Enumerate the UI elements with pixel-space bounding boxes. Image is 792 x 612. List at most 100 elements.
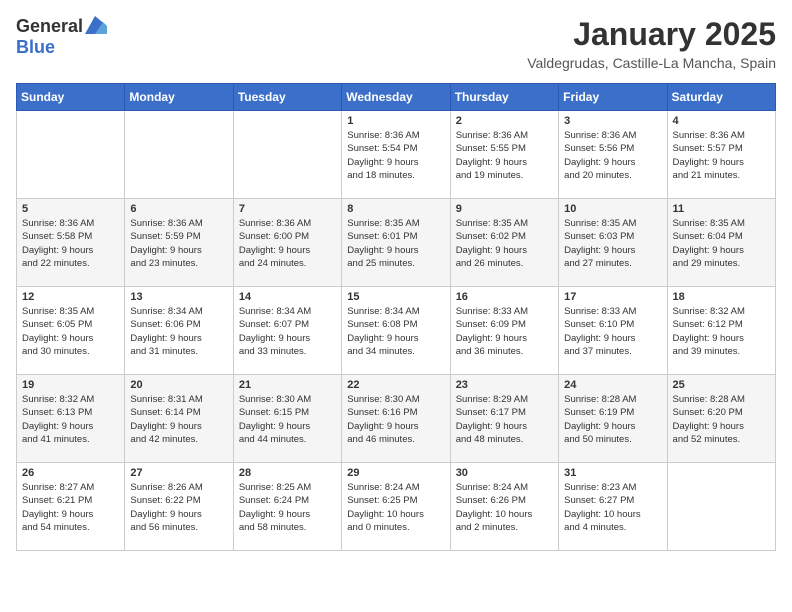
day-info: Sunrise: 8:30 AM Sunset: 6:15 PM Dayligh… — [239, 393, 336, 446]
calendar-cell: 6 Sunrise: 8:36 AM Sunset: 5:59 PM Daylig… — [125, 199, 233, 287]
day-number: 2 — [456, 115, 553, 127]
calendar-cell: 26 Sunrise: 8:27 AM Sunset: 6:21 PM Dayli… — [17, 463, 125, 551]
calendar-cell: 14Sunrise: 8:34 AM Sunset: 6:07 PM Dayli… — [233, 287, 341, 375]
day-info: Sunrise: 8:36 AM Sunset: 5:59 PM Dayligh… — [130, 217, 227, 270]
calendar-header-row: SundayMondayTuesdayWednesdayThursdayFrid… — [17, 84, 776, 111]
calendar-cell: 1Sunrise: 8:36 AM Sunset: 5:54 PM Daylig… — [342, 111, 450, 199]
day-number: 11 — [673, 203, 770, 215]
day-info: Sunrise: 8:25 AM Sunset: 6:24 PM Dayligh… — [239, 481, 336, 534]
calendar-cell: 22 Sunrise: 8:30 AM Sunset: 6:16 PM Dayli… — [342, 375, 450, 463]
calendar-cell — [667, 463, 775, 551]
weekday-header: Friday — [559, 84, 667, 111]
day-info: Sunrise: 8:31 AM Sunset: 6:14 PM Dayligh… — [130, 393, 227, 446]
day-info: Sunrise: 8:34 AM Sunset: 6:06 PM Dayligh… — [130, 305, 227, 358]
calendar-table: SundayMondayTuesdayWednesdayThursdayFrid… — [16, 83, 776, 551]
calendar-cell — [125, 111, 233, 199]
calendar-cell: 9 Sunrise: 8:35 AM Sunset: 6:02 PM Daylig… — [450, 199, 558, 287]
day-number: 12 — [22, 291, 119, 303]
day-number: 19 — [22, 379, 119, 391]
day-number: 16 — [456, 291, 553, 303]
day-info: Sunrise: 8:36 AM Sunset: 5:58 PM Dayligh… — [22, 217, 119, 270]
location-title: Valdegrudas, Castille-La Mancha, Spain — [527, 55, 776, 71]
day-number: 10 — [564, 203, 661, 215]
day-number: 25 — [673, 379, 770, 391]
day-info: Sunrise: 8:32 AM Sunset: 6:13 PM Dayligh… — [22, 393, 119, 446]
day-info: Sunrise: 8:34 AM Sunset: 6:07 PM Dayligh… — [239, 305, 336, 358]
day-info: Sunrise: 8:34 AM Sunset: 6:08 PM Dayligh… — [347, 305, 444, 358]
day-number: 13 — [130, 291, 227, 303]
weekday-header: Thursday — [450, 84, 558, 111]
day-number: 27 — [130, 467, 227, 479]
calendar-cell: 24Sunrise: 8:28 AM Sunset: 6:19 PM Dayli… — [559, 375, 667, 463]
day-info: Sunrise: 8:33 AM Sunset: 6:09 PM Dayligh… — [456, 305, 553, 358]
day-number: 5 — [22, 203, 119, 215]
day-number: 31 — [564, 467, 661, 479]
logo: General Blue — [16, 16, 107, 58]
calendar-cell: 19 Sunrise: 8:32 AM Sunset: 6:13 PM Dayli… — [17, 375, 125, 463]
day-number: 22 — [347, 379, 444, 391]
day-info: Sunrise: 8:35 AM Sunset: 6:02 PM Dayligh… — [456, 217, 553, 270]
day-number: 20 — [130, 379, 227, 391]
day-info: Sunrise: 8:27 AM Sunset: 6:21 PM Dayligh… — [22, 481, 119, 534]
calendar-cell: 25Sunrise: 8:28 AM Sunset: 6:20 PM Dayli… — [667, 375, 775, 463]
day-number: 21 — [239, 379, 336, 391]
logo-general-text: General — [16, 16, 83, 37]
day-info: Sunrise: 8:26 AM Sunset: 6:22 PM Dayligh… — [130, 481, 227, 534]
logo-blue-text: Blue — [16, 37, 55, 57]
day-number: 6 — [130, 203, 227, 215]
day-info: Sunrise: 8:35 AM Sunset: 6:01 PM Dayligh… — [347, 217, 444, 270]
day-number: 4 — [673, 115, 770, 127]
day-info: Sunrise: 8:23 AM Sunset: 6:27 PM Dayligh… — [564, 481, 661, 534]
day-number: 3 — [564, 115, 661, 127]
day-info: Sunrise: 8:35 AM Sunset: 6:05 PM Dayligh… — [22, 305, 119, 358]
calendar-cell: 16 Sunrise: 8:33 AM Sunset: 6:09 PM Dayli… — [450, 287, 558, 375]
day-number: 15 — [347, 291, 444, 303]
day-info: Sunrise: 8:35 AM Sunset: 6:04 PM Dayligh… — [673, 217, 770, 270]
day-number: 9 — [456, 203, 553, 215]
calendar-cell: 30 Sunrise: 8:24 AM Sunset: 6:26 PM Dayli… — [450, 463, 558, 551]
day-info: Sunrise: 8:29 AM Sunset: 6:17 PM Dayligh… — [456, 393, 553, 446]
weekday-header: Sunday — [17, 84, 125, 111]
day-number: 26 — [22, 467, 119, 479]
weekday-header: Saturday — [667, 84, 775, 111]
day-number: 8 — [347, 203, 444, 215]
calendar-cell — [233, 111, 341, 199]
calendar-cell: 7Sunrise: 8:36 AM Sunset: 6:00 PM Daylig… — [233, 199, 341, 287]
day-number: 28 — [239, 467, 336, 479]
day-info: Sunrise: 8:32 AM Sunset: 6:12 PM Dayligh… — [673, 305, 770, 358]
calendar-cell: 29 Sunrise: 8:24 AM Sunset: 6:25 PM Dayli… — [342, 463, 450, 551]
weekday-header: Monday — [125, 84, 233, 111]
title-block: January 2025 Valdegrudas, Castille-La Ma… — [527, 16, 776, 71]
calendar-cell: 13 Sunrise: 8:34 AM Sunset: 6:06 PM Dayli… — [125, 287, 233, 375]
weekday-header: Wednesday — [342, 84, 450, 111]
calendar-cell — [17, 111, 125, 199]
calendar-cell: 10 Sunrise: 8:35 AM Sunset: 6:03 PM Dayli… — [559, 199, 667, 287]
day-number: 18 — [673, 291, 770, 303]
calendar-cell: 4 Sunrise: 8:36 AM Sunset: 5:57 PM Daylig… — [667, 111, 775, 199]
day-number: 29 — [347, 467, 444, 479]
calendar-cell: 20 Sunrise: 8:31 AM Sunset: 6:14 PM Dayli… — [125, 375, 233, 463]
day-number: 17 — [564, 291, 661, 303]
calendar-week-row: 26 Sunrise: 8:27 AM Sunset: 6:21 PM Dayli… — [17, 463, 776, 551]
day-info: Sunrise: 8:36 AM Sunset: 5:55 PM Dayligh… — [456, 129, 553, 182]
day-info: Sunrise: 8:35 AM Sunset: 6:03 PM Dayligh… — [564, 217, 661, 270]
day-number: 30 — [456, 467, 553, 479]
day-info: Sunrise: 8:30 AM Sunset: 6:16 PM Dayligh… — [347, 393, 444, 446]
page-header: General Blue January 2025 Valdegrudas, C… — [16, 16, 776, 71]
day-info: Sunrise: 8:24 AM Sunset: 6:25 PM Dayligh… — [347, 481, 444, 534]
day-number: 23 — [456, 379, 553, 391]
calendar-cell: 5 Sunrise: 8:36 AM Sunset: 5:58 PM Daylig… — [17, 199, 125, 287]
calendar-week-row: 1Sunrise: 8:36 AM Sunset: 5:54 PM Daylig… — [17, 111, 776, 199]
calendar-cell: 12 Sunrise: 8:35 AM Sunset: 6:05 PM Dayli… — [17, 287, 125, 375]
calendar-cell: 3 Sunrise: 8:36 AM Sunset: 5:56 PM Daylig… — [559, 111, 667, 199]
day-info: Sunrise: 8:36 AM Sunset: 5:54 PM Dayligh… — [347, 129, 444, 182]
day-info: Sunrise: 8:36 AM Sunset: 5:56 PM Dayligh… — [564, 129, 661, 182]
calendar-week-row: 19 Sunrise: 8:32 AM Sunset: 6:13 PM Dayli… — [17, 375, 776, 463]
calendar-cell: 8 Sunrise: 8:35 AM Sunset: 6:01 PM Daylig… — [342, 199, 450, 287]
day-info: Sunrise: 8:36 AM Sunset: 5:57 PM Dayligh… — [673, 129, 770, 182]
calendar-cell: 11 Sunrise: 8:35 AM Sunset: 6:04 PM Dayli… — [667, 199, 775, 287]
day-info: Sunrise: 8:24 AM Sunset: 6:26 PM Dayligh… — [456, 481, 553, 534]
weekday-header: Tuesday — [233, 84, 341, 111]
calendar-week-row: 5 Sunrise: 8:36 AM Sunset: 5:58 PM Daylig… — [17, 199, 776, 287]
calendar-cell: 31 Sunrise: 8:23 AM Sunset: 6:27 PM Dayli… — [559, 463, 667, 551]
